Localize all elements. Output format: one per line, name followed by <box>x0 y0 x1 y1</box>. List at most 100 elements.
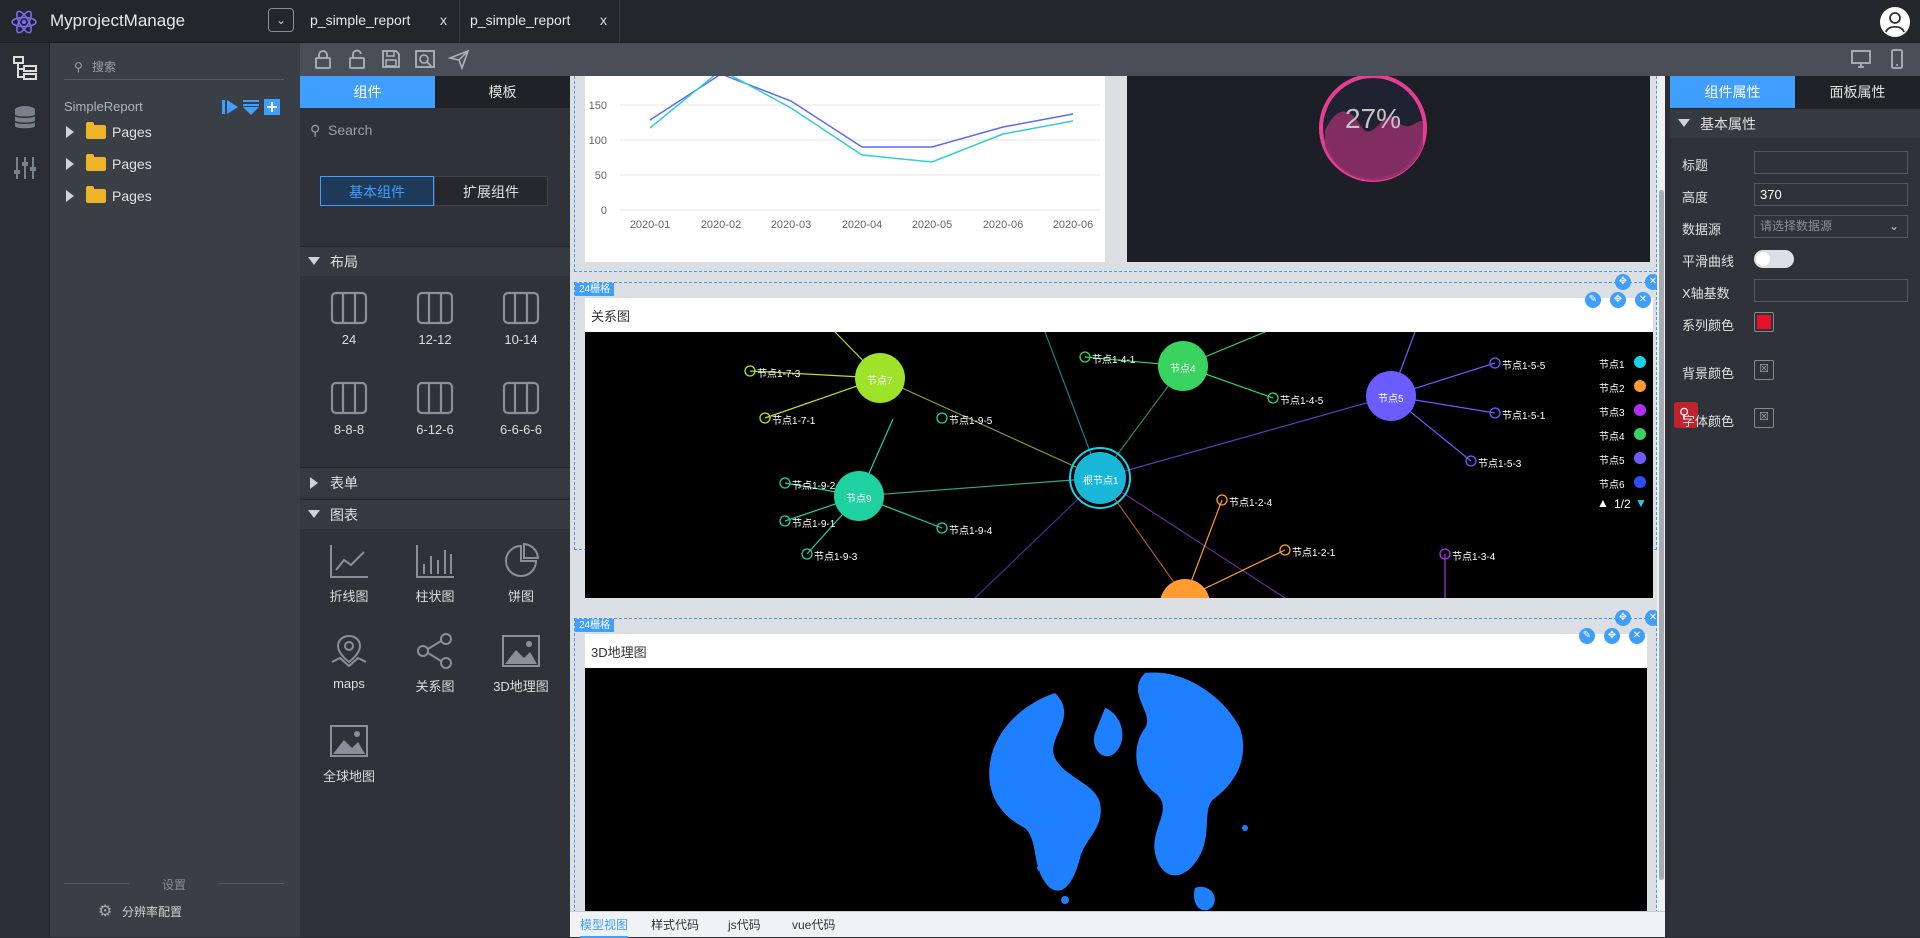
send-icon[interactable] <box>448 48 470 70</box>
tree-search-input[interactable]: ⚲ 搜索 <box>64 54 284 80</box>
legend-marker[interactable] <box>1634 428 1646 440</box>
height-input[interactable]: 370 <box>1754 183 1908 206</box>
layout-24[interactable]: 24 <box>306 290 392 370</box>
mobile-view-icon[interactable] <box>1886 48 1908 70</box>
chart-3d-geo[interactable]: 3D地理图 <box>478 632 564 712</box>
chart-graph[interactable]: 关系图 <box>392 632 478 712</box>
legend-marker[interactable] <box>1634 404 1646 416</box>
tab-style-code[interactable]: 样式代码 <box>651 912 699 938</box>
expand-arrow-icon[interactable] <box>66 126 74 138</box>
save-icon[interactable] <box>380 48 402 70</box>
xaxis-input[interactable] <box>1754 279 1908 302</box>
layout-label: 6-6-6-6 <box>500 422 542 437</box>
legend-label[interactable]: 节点3 <box>1599 404 1625 419</box>
layout-12-12[interactable]: 12-12 <box>392 290 478 370</box>
title-input[interactable] <box>1754 151 1908 174</box>
canvas-scrollbar-thumb[interactable] <box>1659 190 1664 880</box>
node-label: 节点1-5-1 <box>1502 411 1546 422</box>
tab-model-view[interactable]: 模型视图 <box>580 912 629 938</box>
edit-icon[interactable]: ✎ <box>1579 628 1595 644</box>
legend-label[interactable]: 节点6 <box>1599 476 1625 491</box>
legend-label[interactable]: 节点5 <box>1599 452 1625 467</box>
graph-card[interactable]: 关系图 ✎ ✥ ✕ 根节点1 节点7 节点4 节点5 节点9 节点1-7-3 节… <box>585 292 1653 629</box>
x-tick: 2020-05 <box>912 219 952 231</box>
chart-maps[interactable]: maps <box>306 632 392 712</box>
sliders-icon[interactable] <box>10 153 40 183</box>
edit-icon[interactable]: ✎ <box>1585 292 1601 308</box>
smooth-toggle[interactable] <box>1754 250 1794 268</box>
legend-prev-icon[interactable]: ▲ <box>1597 496 1609 510</box>
unlock-icon[interactable] <box>346 48 368 70</box>
chart-label: maps <box>333 676 365 691</box>
tab-vue-code[interactable]: vue代码 <box>792 912 835 938</box>
tab-extended-components[interactable]: 扩展组件 <box>434 176 548 206</box>
datasource-select[interactable]: 请选择数据源 ⌄ <box>1754 215 1908 238</box>
card-title: 3D地理图 <box>591 645 647 660</box>
series-color-picker[interactable] <box>1754 312 1774 332</box>
component-search-input[interactable]: ⚲ Search <box>308 118 562 142</box>
tree-structure-icon[interactable] <box>10 53 40 83</box>
section-chart[interactable]: 图表 <box>300 499 570 529</box>
file-tab-label: p_simple_report <box>470 12 571 28</box>
chart-pie[interactable]: 饼图 <box>478 542 564 622</box>
layout-8-8-8[interactable]: 8-8-8 <box>306 380 392 460</box>
tab-basic-components[interactable]: 基本组件 <box>320 176 434 206</box>
grid-layout-icon <box>330 291 368 325</box>
user-avatar-icon[interactable] <box>1880 7 1910 37</box>
chart-bar[interactable]: 柱状图 <box>392 542 478 622</box>
legend-marker[interactable] <box>1634 380 1646 392</box>
lock-icon[interactable] <box>312 48 334 70</box>
legend-label[interactable]: 节点4 <box>1599 428 1625 443</box>
resolution-config-button[interactable]: ⚙ 分辨率配置 <box>98 903 182 920</box>
collapse-all-icon[interactable] <box>243 100 259 115</box>
tab-panel-props[interactable]: 面板属性 <box>1795 76 1920 108</box>
legend-label[interactable]: 节点2 <box>1599 380 1625 395</box>
design-canvas: 150 100 50 0 2020-01 2020-02 2020-03 202… <box>570 76 1665 911</box>
close-tab-button[interactable]: x <box>600 0 607 40</box>
legend-marker[interactable] <box>1634 476 1646 488</box>
move-icon[interactable]: ✥ <box>1610 292 1626 308</box>
section-basic-props[interactable]: 基本属性 <box>1670 108 1920 138</box>
close-tab-button[interactable]: x <box>440 0 447 40</box>
layout-6-12-6[interactable]: 6-12-6 <box>392 380 478 460</box>
chart-world-map[interactable]: 全球地图 <box>306 722 392 802</box>
close-icon[interactable]: ✕ <box>1635 292 1651 308</box>
preview-icon[interactable] <box>414 48 436 70</box>
tree-item-pages[interactable]: Pages <box>66 184 152 208</box>
legend-marker[interactable] <box>1634 356 1646 368</box>
tab-templates[interactable]: 模板 <box>435 76 570 108</box>
bg-color-picker[interactable]: ☒ <box>1754 360 1774 380</box>
expand-arrow-icon[interactable] <box>66 190 74 202</box>
tab-js-code[interactable]: js代码 <box>728 912 761 938</box>
add-page-icon[interactable] <box>264 99 280 115</box>
expand-all-icon[interactable] <box>222 100 238 114</box>
prop-label: 背景颜色 <box>1682 366 1735 381</box>
move-icon[interactable]: ✥ <box>1615 610 1631 626</box>
legend-next-icon[interactable]: ▼ <box>1635 496 1647 510</box>
layout-6-6-6-6[interactable]: 6-6-6-6 <box>478 380 564 460</box>
expand-arrow-icon[interactable] <box>66 158 74 170</box>
move-icon[interactable]: ✥ <box>1604 628 1620 644</box>
line-chart-card[interactable]: 150 100 50 0 2020-01 2020-02 2020-03 202… <box>585 76 1105 262</box>
section-layout[interactable]: 布局 <box>300 246 570 276</box>
geo-card[interactable]: 3D地理图 ✎ ✥ ✕ <box>585 628 1647 911</box>
file-tab[interactable]: p_simple_report x <box>460 0 620 42</box>
legend-marker[interactable] <box>1634 452 1646 464</box>
tree-item-pages[interactable]: Pages <box>66 152 152 176</box>
close-icon[interactable]: ✕ <box>1629 628 1645 644</box>
file-tab[interactable]: p_simple_report x <box>300 0 460 42</box>
move-icon[interactable]: ✥ <box>1615 274 1631 290</box>
app-title: MyprojectManage <box>50 11 186 30</box>
gauge-card[interactable]: 27% <box>1127 76 1650 262</box>
collapse-button[interactable]: ⌄ <box>268 8 294 32</box>
tab-component-props[interactable]: 组件属性 <box>1670 76 1795 108</box>
tree-item-pages[interactable]: Pages <box>66 120 152 144</box>
desktop-view-icon[interactable] <box>1850 48 1872 70</box>
font-color-picker[interactable]: ☒ <box>1754 408 1774 428</box>
database-icon[interactable] <box>10 103 40 133</box>
layout-10-14[interactable]: 10-14 <box>478 290 564 370</box>
legend-label[interactable]: 节点1 <box>1599 356 1625 371</box>
chart-line[interactable]: 折线图 <box>306 542 392 622</box>
section-form[interactable]: 表单 <box>300 467 570 497</box>
tab-components[interactable]: 组件 <box>300 76 435 108</box>
